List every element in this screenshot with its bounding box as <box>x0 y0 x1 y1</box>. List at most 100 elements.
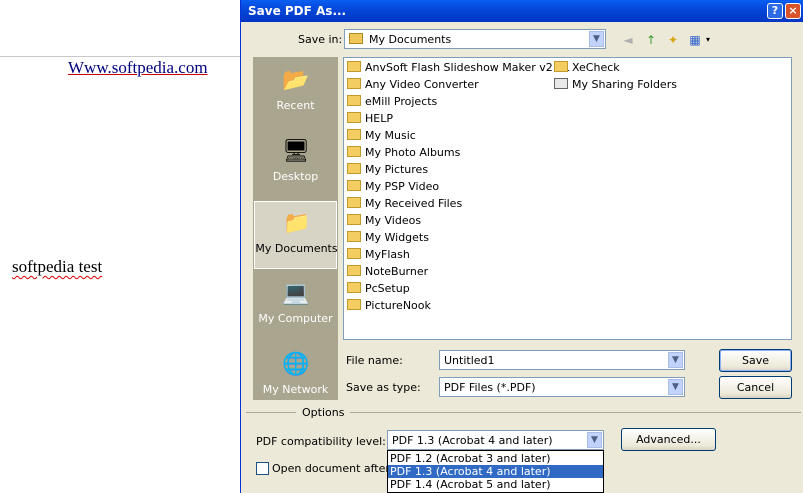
file-name-label: File name: <box>346 354 403 367</box>
places-bar: 📂 Recent 🖥 Desktop 📁 My Documents 💻 My C… <box>253 57 338 400</box>
close-button[interactable]: × <box>785 3 801 19</box>
file-list[interactable]: AnvSoft Flash Slideshow Maker v2.41 Any … <box>343 57 792 340</box>
recent-folder-icon: 📂 <box>282 68 310 93</box>
folder-icon <box>347 95 361 106</box>
folder-icon <box>347 180 361 191</box>
list-item[interactable]: My Received Files <box>347 197 462 214</box>
list-item[interactable]: My Widgets <box>347 231 429 248</box>
chevron-down-icon[interactable]: ▼ <box>589 31 604 47</box>
list-item[interactable]: AnvSoft Flash Slideshow Maker v2.41 <box>347 61 570 78</box>
list-item-label: My Widgets <box>365 231 429 244</box>
list-item-label: My Music <box>365 129 416 142</box>
list-item-label: My PSP Video <box>365 180 440 193</box>
advanced-button[interactable]: Advanced... <box>621 428 716 451</box>
compat-level-label: PDF compatibility level: <box>256 435 386 448</box>
list-item[interactable]: XeCheck <box>554 61 620 78</box>
place-my-network[interactable]: 🌐 My Network <box>254 343 337 411</box>
save-as-type-label: Save as type: <box>346 381 421 394</box>
shared-folders-icon <box>554 78 568 89</box>
save-as-type-select[interactable]: PDF Files (*.PDF) ▼ <box>439 377 685 397</box>
compat-level-value: PDF 1.3 (Acrobat 4 and later) <box>392 434 553 447</box>
folder-icon <box>347 282 361 293</box>
compat-option[interactable]: PDF 1.2 (Acrobat 3 and later) <box>388 452 603 465</box>
folder-icon <box>347 248 361 259</box>
up-folder-icon[interactable]: ↑ <box>643 32 659 48</box>
folder-icon <box>347 61 361 72</box>
document-rule <box>0 56 240 57</box>
open-document-label: Open document after cr <box>272 462 404 475</box>
place-label: My Computer <box>258 312 333 325</box>
chevron-down-icon[interactable]: ▼ <box>668 379 683 395</box>
list-item[interactable]: PictureNook <box>347 299 431 316</box>
list-item-label: MyFlash <box>365 248 410 261</box>
folder-icon <box>554 61 568 72</box>
list-item[interactable]: My Sharing Folders <box>554 78 677 95</box>
place-label: Desktop <box>272 170 319 183</box>
folder-icon <box>347 129 361 140</box>
list-item-label: eMill Projects <box>365 95 438 108</box>
chevron-down-icon[interactable]: ▼ <box>587 432 602 448</box>
open-document-checkbox[interactable] <box>256 462 269 475</box>
folder-icon <box>347 265 361 276</box>
folder-icon <box>349 33 363 44</box>
new-folder-icon[interactable]: ✦ <box>665 32 681 48</box>
folder-icon <box>347 299 361 310</box>
desktop-icon: 🖥 <box>282 139 310 164</box>
list-item[interactable]: My PSP Video <box>347 180 439 197</box>
list-item[interactable]: My Videos <box>347 214 421 231</box>
document-link[interactable]: Www.softpedia.com <box>68 58 208 78</box>
list-item-label: My Pictures <box>365 163 429 176</box>
options-title: Options <box>296 406 351 419</box>
folder-icon <box>347 78 361 89</box>
list-item[interactable]: Any Video Converter <box>347 78 479 95</box>
compat-level-select[interactable]: PDF 1.3 (Acrobat 4 and later) ▼ <box>387 430 604 450</box>
document-body-text: softpedia test <box>12 257 103 276</box>
list-item-label: My Videos <box>365 214 422 227</box>
list-item-label: My Received Files <box>365 197 463 210</box>
list-item[interactable]: HELP <box>347 112 393 129</box>
save-in-label: Save in: <box>298 33 343 46</box>
save-in-value: My Documents <box>369 33 452 46</box>
compat-option-selected[interactable]: PDF 1.3 (Acrobat 4 and later) <box>388 465 603 478</box>
place-desktop[interactable]: 🖥 Desktop <box>254 130 337 198</box>
list-item[interactable]: NoteBurner <box>347 265 428 282</box>
help-button[interactable]: ? <box>767 3 783 19</box>
place-label: Recent <box>276 99 315 112</box>
save-pdf-dialog: Save PDF As... ? × Save in: My Documents… <box>240 0 803 493</box>
my-network-icon: 🌐 <box>282 352 310 377</box>
folder-icon <box>347 214 361 225</box>
list-item-label: NoteBurner <box>365 265 429 278</box>
list-item-label: PictureNook <box>365 299 431 312</box>
place-my-computer[interactable]: 💻 My Computer <box>254 272 337 340</box>
list-item[interactable]: eMill Projects <box>347 95 437 112</box>
compat-level-dropdown: PDF 1.2 (Acrobat 3 and later) PDF 1.3 (A… <box>387 450 604 493</box>
list-item[interactable]: My Pictures <box>347 163 428 180</box>
list-item-label: HELP <box>365 112 393 125</box>
dialog-titlebar[interactable]: Save PDF As... ? × <box>241 0 803 22</box>
place-recent[interactable]: 📂 Recent <box>254 59 337 127</box>
cancel-button[interactable]: Cancel <box>719 376 792 399</box>
save-in-combo[interactable]: My Documents ▼ <box>344 29 606 49</box>
compat-option[interactable]: PDF 1.4 (Acrobat 5 and later) <box>388 478 603 491</box>
chevron-down-icon[interactable]: ▼ <box>668 352 683 368</box>
list-item[interactable]: MyFlash <box>347 248 410 265</box>
view-dropdown-icon[interactable]: ▾ <box>703 32 713 48</box>
folder-icon <box>347 197 361 208</box>
list-item-label: XeCheck <box>572 61 620 74</box>
place-label: My Network <box>262 383 329 396</box>
my-documents-icon: 📁 <box>283 211 311 236</box>
list-item[interactable]: My Photo Albums <box>347 146 460 163</box>
list-item-label: My Photo Albums <box>365 146 461 159</box>
list-item-label: PcSetup <box>365 282 410 295</box>
list-item[interactable]: My Music <box>347 129 416 146</box>
back-icon[interactable]: ◄ <box>620 32 636 48</box>
folder-icon <box>347 163 361 174</box>
save-button[interactable]: Save <box>719 349 792 372</box>
dialog-title: Save PDF As... <box>248 4 347 18</box>
place-label: My Documents <box>255 242 338 255</box>
file-name-field[interactable]: Untitled1 ▼ <box>439 350 685 370</box>
list-item[interactable]: PcSetup <box>347 282 410 299</box>
place-my-documents[interactable]: 📁 My Documents <box>254 201 338 269</box>
view-menu-icon[interactable]: ▦ <box>687 32 703 48</box>
save-as-type-value: PDF Files (*.PDF) <box>444 381 536 394</box>
